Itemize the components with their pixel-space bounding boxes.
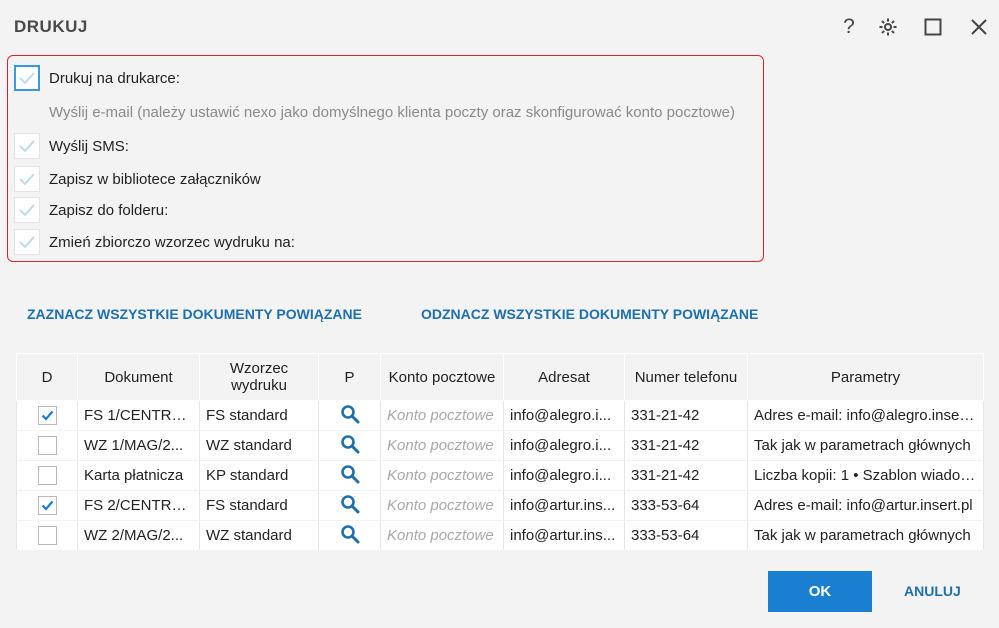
search-icon[interactable]	[340, 464, 360, 484]
title-bar: DRUKUJ ?	[0, 0, 999, 54]
table-row[interactable]: WZ 2/MAG/2... WZ standard Konto pocztowe in…	[16, 520, 984, 551]
send-email-label: Wyślij e-mail (należy ustawić nexo jako …	[49, 103, 736, 121]
deselect-all-linked-button[interactable]: ODZNACZ WSZYSTKIE DOKUMENTY POWIĄZANE	[421, 306, 758, 322]
adresat-cell: info@alegro.i...	[503, 400, 625, 431]
search-icon[interactable]	[340, 404, 360, 424]
column-header-d[interactable]: D	[16, 353, 78, 401]
option-send-sms[interactable]: Wyślij SMS:	[14, 131, 129, 161]
row-select-checkbox[interactable]	[37, 496, 57, 515]
column-header-telefon[interactable]: Numer telefonu	[624, 353, 748, 401]
preview-cell	[318, 490, 381, 521]
check-icon	[19, 140, 35, 153]
preview-cell	[318, 400, 381, 431]
wzorzec-cell[interactable]: FS standard	[199, 400, 319, 431]
row-select-cell	[16, 520, 78, 551]
search-icon[interactable]	[340, 524, 360, 544]
print-to-printer-checkbox[interactable]	[14, 65, 40, 91]
column-header-parametry[interactable]: Parametry	[747, 353, 984, 401]
konto-cell[interactable]: Konto pocztowe	[380, 490, 504, 521]
telefon-cell: 331-21-42	[624, 400, 748, 431]
parametry-cell: Tak jak w parametrach głównych	[747, 520, 984, 551]
maximize-icon[interactable]	[920, 14, 946, 40]
check-icon	[19, 204, 35, 217]
dokument-cell: Karta płatnicza	[77, 460, 200, 491]
wzorzec-cell[interactable]: FS standard	[199, 490, 319, 521]
telefon-cell: 331-21-42	[624, 430, 748, 461]
column-header-p[interactable]: P	[318, 353, 381, 401]
row-select-checkbox[interactable]	[37, 526, 57, 545]
print-to-printer-label: Drukuj na drukarce:	[49, 69, 180, 87]
change-template-checkbox[interactable]	[14, 229, 40, 255]
wzorzec-cell[interactable]: WZ standard	[199, 520, 319, 551]
konto-cell[interactable]: Konto pocztowe	[380, 430, 504, 461]
ok-button[interactable]: OK	[768, 571, 872, 612]
row-select-checkbox[interactable]	[37, 436, 57, 455]
save-library-label: Zapisz w bibliotece załączników	[49, 170, 261, 188]
check-icon	[19, 72, 35, 85]
preview-cell	[318, 460, 381, 491]
dialog-title: DRUKUJ	[14, 17, 88, 36]
telefon-cell: 331-21-42	[624, 460, 748, 491]
adresat-cell: info@artur.ins...	[503, 490, 625, 521]
konto-cell[interactable]: Konto pocztowe	[380, 460, 504, 491]
check-icon	[41, 500, 53, 511]
table-row[interactable]: FS 1/CENTRA... FS standard Konto pocztowe i…	[16, 400, 984, 431]
dokument-cell: FS 2/CENTRA...	[77, 490, 200, 521]
parametry-cell: Adres e-mail: info@artur.insert.pl	[747, 490, 984, 521]
adresat-cell: info@artur.ins...	[503, 520, 625, 551]
cancel-button[interactable]: ANULUJ	[904, 583, 961, 599]
table-row[interactable]: WZ 1/MAG/2... WZ standard Konto pocztowe in…	[16, 430, 984, 461]
row-select-checkbox[interactable]	[37, 466, 57, 485]
telefon-cell: 333-53-64	[624, 490, 748, 521]
row-select-cell	[16, 490, 78, 521]
wzorzec-cell[interactable]: WZ standard	[199, 430, 319, 461]
check-icon	[19, 173, 35, 186]
telefon-cell: 333-53-64	[624, 520, 748, 551]
check-icon	[19, 236, 35, 249]
table-row[interactable]: Karta płatnicza KP standard Konto pocztowe…	[16, 460, 984, 491]
gear-icon[interactable]	[875, 14, 901, 40]
dokument-cell: FS 1/CENTRA...	[77, 400, 200, 431]
check-icon	[41, 410, 53, 421]
row-select-cell	[16, 460, 78, 491]
change-template-label: Zmień zbiorczo wzorzec wydruku na:	[49, 233, 295, 251]
dokument-cell: WZ 2/MAG/2...	[77, 520, 200, 551]
adresat-cell: info@alegro.i...	[503, 430, 625, 461]
save-folder-label: Zapisz do folderu:	[49, 201, 169, 219]
option-save-library[interactable]: Zapisz w bibliotece załączników	[14, 164, 261, 194]
table-header-row: D Dokument Wzorzec wydruku P Konto poczt…	[16, 353, 984, 401]
option-print-to-printer[interactable]: Drukuj na drukarce:	[14, 63, 180, 93]
select-all-linked-button[interactable]: ZAZNACZ WSZYSTKIE DOKUMENTY POWIĄZANE	[27, 306, 362, 322]
row-select-cell	[16, 400, 78, 431]
option-save-folder[interactable]: Zapisz do folderu:	[14, 195, 168, 225]
send-sms-checkbox[interactable]	[14, 133, 40, 159]
column-header-wzorzec[interactable]: Wzorzec wydruku	[199, 353, 319, 401]
parametry-cell: Adres e-mail: info@alegro.insert.pl	[747, 400, 984, 431]
parametry-cell: Tak jak w parametrach głównych	[747, 430, 984, 461]
preview-cell	[318, 520, 381, 551]
row-select-cell	[16, 430, 78, 461]
close-icon[interactable]	[966, 14, 992, 40]
column-header-konto[interactable]: Konto pocztowe	[380, 353, 504, 401]
search-icon[interactable]	[340, 434, 360, 454]
column-header-adresat[interactable]: Adresat	[503, 353, 625, 401]
konto-cell[interactable]: Konto pocztowe	[380, 520, 504, 551]
column-header-dokument[interactable]: Dokument	[77, 353, 200, 401]
help-button[interactable]: ?	[836, 14, 862, 40]
option-change-template[interactable]: Zmień zbiorczo wzorzec wydruku na:	[14, 227, 295, 257]
preview-cell	[318, 430, 381, 461]
parametry-cell: Liczba kopii: 1 • Szablon wiadomości	[747, 460, 984, 491]
dokument-cell: WZ 1/MAG/2...	[77, 430, 200, 461]
save-library-checkbox[interactable]	[14, 166, 40, 192]
option-send-email: Wyślij e-mail (należy ustawić nexo jako …	[14, 97, 735, 127]
save-folder-checkbox[interactable]	[14, 197, 40, 223]
send-sms-label: Wyślij SMS:	[49, 137, 129, 155]
documents-table: D Dokument Wzorzec wydruku P Konto poczt…	[16, 353, 984, 551]
search-icon[interactable]	[340, 494, 360, 514]
adresat-cell: info@alegro.i...	[503, 460, 625, 491]
table-row[interactable]: FS 2/CENTRA... FS standard Konto pocztowe i…	[16, 490, 984, 521]
konto-cell[interactable]: Konto pocztowe	[380, 400, 504, 431]
wzorzec-cell[interactable]: KP standard	[199, 460, 319, 491]
row-select-checkbox[interactable]	[37, 406, 57, 425]
